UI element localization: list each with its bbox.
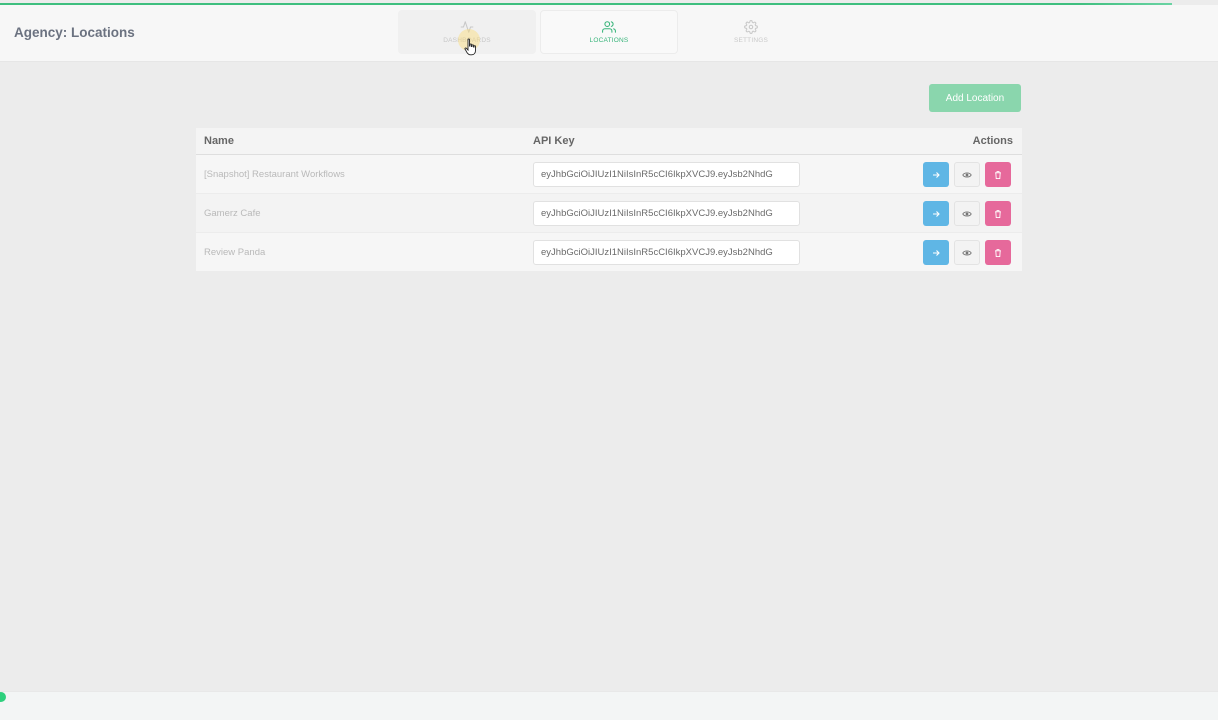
trash-icon — [995, 209, 1001, 218]
api-key-field[interactable] — [533, 240, 800, 265]
eye-icon — [962, 211, 972, 216]
view-location-button[interactable] — [954, 162, 980, 187]
eye-icon — [962, 172, 972, 177]
arrow-right-icon — [933, 171, 940, 178]
add-location-button[interactable]: Add Location — [929, 84, 1021, 112]
delete-location-button[interactable] — [985, 240, 1011, 265]
eye-icon — [962, 250, 972, 255]
tab-locations-label: LOCATIONS — [589, 37, 629, 44]
top-header: Agency: Locations DASHBOARDS LOCATIONS S… — [0, 5, 1218, 62]
arrow-right-icon — [933, 249, 940, 256]
location-name: Gamerz Cafe — [204, 208, 261, 219]
tab-settings-label: SETTINGS — [733, 37, 769, 44]
column-header-name: Name — [204, 135, 234, 147]
table-header: Name API Key Actions — [196, 128, 1022, 155]
page-title: Agency: Locations — [14, 25, 135, 40]
switch-to-location-button[interactable] — [923, 240, 949, 265]
users-icon — [602, 21, 616, 33]
column-header-api-key: API Key — [533, 135, 575, 147]
table-row: Gamerz Cafe — [196, 194, 1022, 233]
api-key-field[interactable] — [533, 201, 800, 226]
location-name: Review Panda — [204, 247, 266, 258]
table-row: Review Panda — [196, 233, 1022, 272]
locations-table: Name API Key Actions [Snapshot] Restaura… — [196, 128, 1022, 272]
hand-cursor-icon — [464, 38, 476, 56]
arrow-right-icon — [933, 210, 940, 217]
tab-locations[interactable]: LOCATIONS — [540, 10, 678, 54]
view-location-button[interactable] — [954, 240, 980, 265]
api-key-field[interactable] — [533, 162, 800, 187]
footer-bar — [0, 691, 1218, 720]
delete-location-button[interactable] — [985, 201, 1011, 226]
trash-icon — [995, 170, 1001, 179]
gear-icon — [744, 20, 758, 34]
trash-icon — [995, 248, 1001, 257]
location-name: [Snapshot] Restaurant Workflows — [204, 169, 345, 180]
column-header-actions: Actions — [972, 135, 1013, 147]
switch-to-location-button[interactable] — [923, 201, 949, 226]
table-row: [Snapshot] Restaurant Workflows — [196, 155, 1022, 194]
delete-location-button[interactable] — [985, 162, 1011, 187]
view-location-button[interactable] — [954, 201, 980, 226]
tab-settings[interactable]: SETTINGS — [682, 10, 820, 54]
switch-to-location-button[interactable] — [923, 162, 949, 187]
